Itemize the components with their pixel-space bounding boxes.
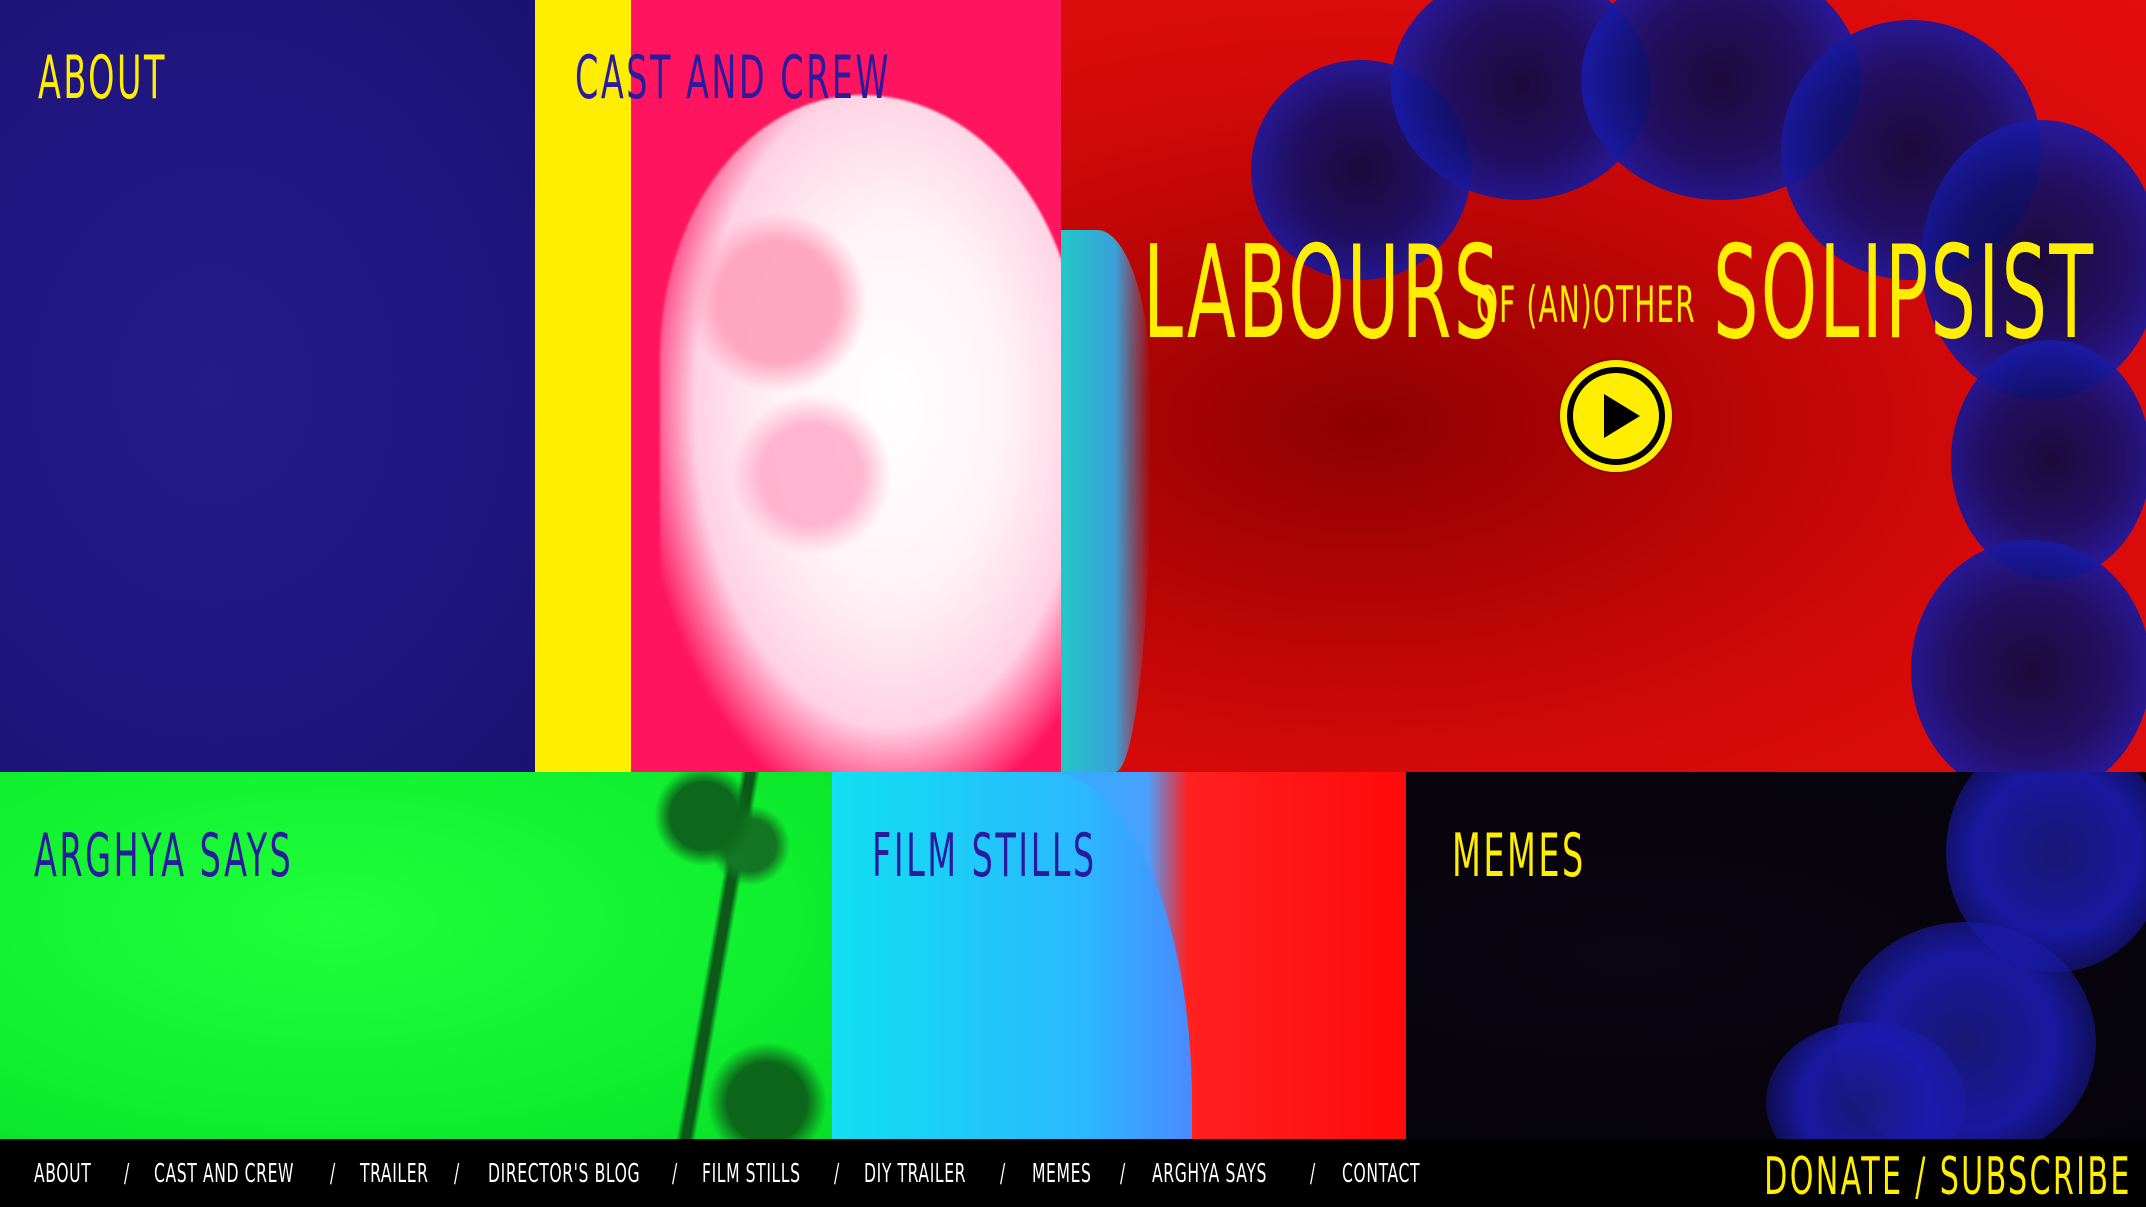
tile-arghya-says[interactable]: ARGHYA SAYS [0, 772, 832, 1139]
nav-separator: / [1000, 1159, 1006, 1189]
footer-link-trailer[interactable]: TRAILER [360, 1161, 429, 1187]
footer-link-contact[interactable]: CONTACT [1342, 1161, 1420, 1187]
nav-separator: / [330, 1159, 336, 1189]
tile-about-label: ABOUT [38, 43, 167, 113]
tile-about[interactable]: ABOUT [0, 0, 535, 772]
footer-link-arghya-says[interactable]: ARGHYA SAYS [1152, 1161, 1267, 1187]
face-image [1061, 230, 1151, 772]
tile-memes-label: MEMES [1452, 821, 1586, 891]
play-trailer-button[interactable] [1560, 360, 1672, 472]
tile-cast-and-crew[interactable]: CAST AND CREW [535, 0, 1061, 772]
rose-vine-image [620, 772, 830, 1139]
nav-separator: / [454, 1159, 460, 1189]
footer-link-directors-blog[interactable]: DIRECTOR'S BLOG [488, 1161, 640, 1187]
cta-separator-glyph: / [1915, 1147, 1929, 1207]
cta-separator: / [1916, 1147, 1940, 1207]
footer-link-film-stills[interactable]: FILM STILLS [702, 1161, 801, 1187]
footer-link-diy-trailer[interactable]: DIY TRAILER [864, 1161, 966, 1187]
title-connector: OF (AN)OTHER [1476, 276, 1696, 334]
nav-separator: / [124, 1159, 130, 1189]
nav-separator: / [834, 1159, 840, 1189]
hero-banner: LABOURS OF (AN)OTHER SOLIPSIST [1061, 0, 2146, 772]
play-icon [1567, 367, 1665, 465]
tile-arghya-says-label: ARGHYA SAYS [34, 821, 294, 891]
nav-separator: / [1310, 1159, 1316, 1189]
film-title: LABOURS OF (AN)OTHER SOLIPSIST [1143, 230, 2143, 370]
nav-separator: / [672, 1159, 678, 1189]
tile-cast-and-crew-label: CAST AND CREW [575, 43, 892, 113]
smoke-cloud [1911, 540, 2146, 772]
footer-cta-wrap: DONATE / SUBSCRIBE [1764, 1151, 2132, 1203]
tile-film-stills-label: FILM STILLS [872, 821, 1097, 891]
title-word-solipsist: SOLIPSIST [1713, 219, 2096, 368]
nav-separator: / [1120, 1159, 1126, 1189]
donate-link[interactable]: DONATE [1764, 1147, 1903, 1207]
footer-cta: DONATE / SUBSCRIBE [1498, 1151, 2132, 1203]
footer-link-cast-and-crew[interactable]: CAST AND CREW [154, 1161, 294, 1187]
figure-image [660, 95, 1061, 772]
subscribe-link[interactable]: SUBSCRIBE [1940, 1147, 2132, 1207]
footer-nav-bar: ABOUT / CAST AND CREW / TRAILER / DIRECT… [0, 1139, 2146, 1207]
tile-memes[interactable]: MEMES [1406, 772, 2146, 1139]
footer-link-about[interactable]: ABOUT [34, 1161, 91, 1187]
title-word-labours: LABOURS [1143, 219, 1502, 368]
tile-film-stills[interactable]: FILM STILLS [832, 772, 1406, 1139]
yellow-strip [535, 0, 631, 772]
footer-link-memes[interactable]: MEMES [1032, 1161, 1092, 1187]
